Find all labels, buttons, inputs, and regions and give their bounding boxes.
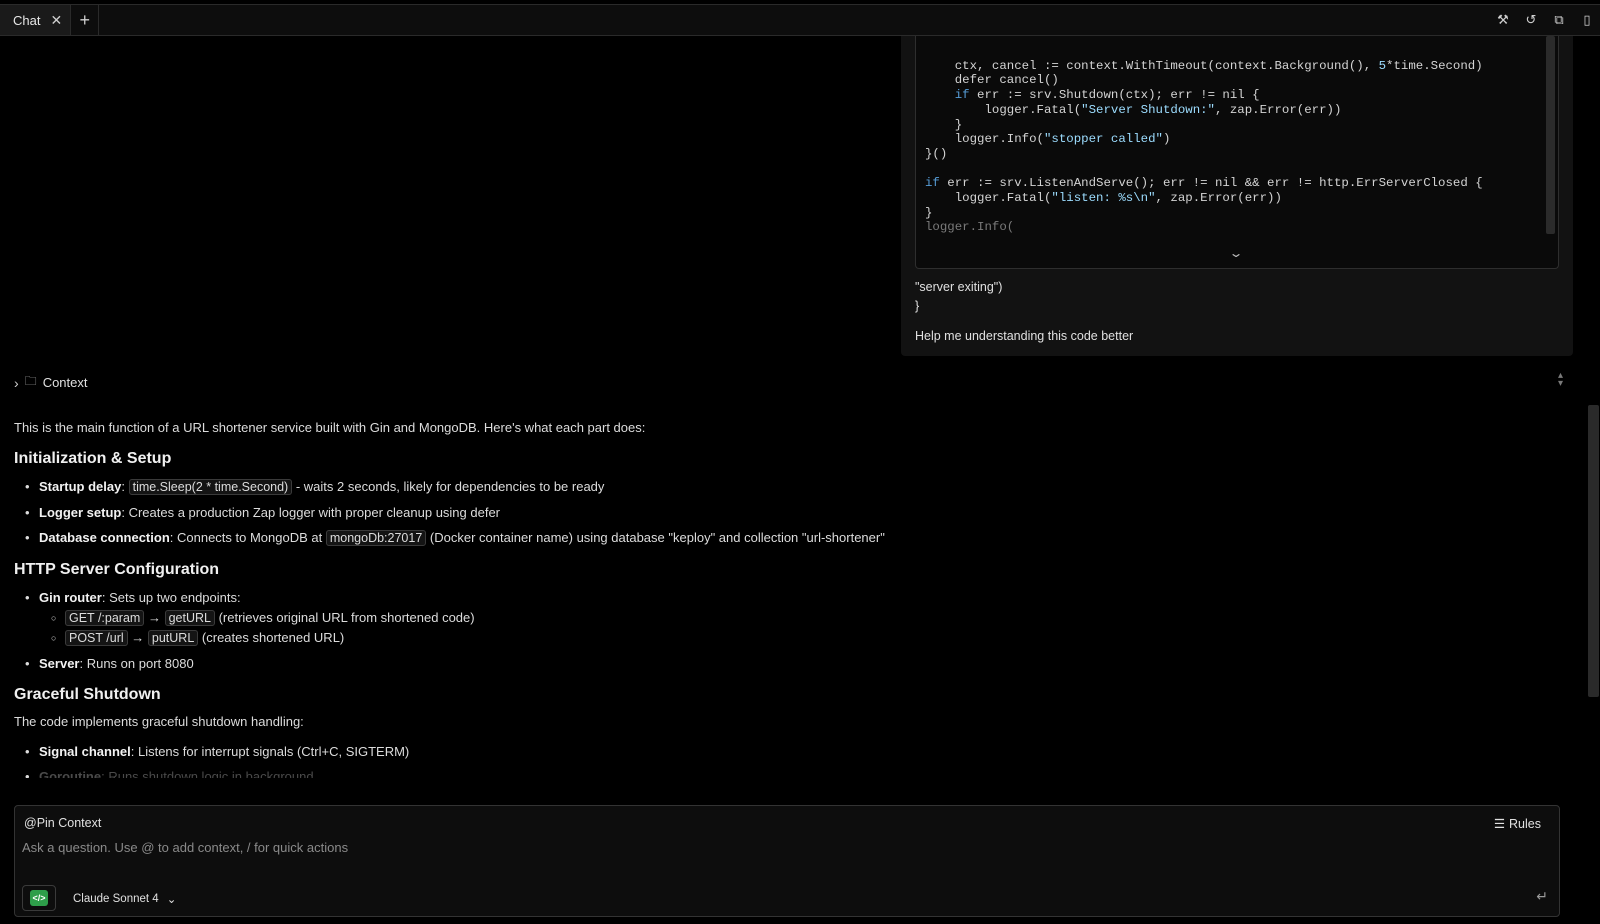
tab-label: Chat <box>13 12 41 28</box>
close-icon[interactable]: ✕ <box>50 12 62 29</box>
code-scrollbar[interactable] <box>1546 36 1555 234</box>
list-item: Server: Runs on port 8080 <box>25 655 1554 672</box>
list-item: GET /:param → getURL (retrieves original… <box>51 609 1554 627</box>
list-item: Goroutine: Runs shutdown logic in backgr… <box>25 768 1554 778</box>
list-item: Startup delay: time.Sleep(2 * time.Secon… <box>25 478 1554 496</box>
open-external-icon[interactable]: ⧉ <box>1552 12 1566 28</box>
code-line: logger.Fatal("Server Shutdown:", zap.Err… <box>925 102 1342 117</box>
section-heading: HTTP Server Configuration <box>14 561 220 578</box>
user-question: Help me understanding this code better <box>915 329 1134 343</box>
list: Startup delay: time.Sleep(2 * time.Secon… <box>14 478 1554 547</box>
document-icon[interactable]: ▯ <box>1580 12 1594 28</box>
list-item: Logger setup: Creates a production Zap l… <box>25 504 1554 521</box>
chat-input[interactable]: Ask a question. Use @ to add context, / … <box>22 840 348 855</box>
code-line: if err := srv.Shutdown(ctx); err != nil … <box>954 88 1260 103</box>
list-item: Database connection: Connects to MongoDB… <box>25 529 1554 547</box>
scroll-arrows-icon[interactable]: ▴ ▾ <box>1558 371 1563 389</box>
history-icon[interactable]: ↺ <box>1524 12 1538 28</box>
list-icon: ☰ <box>1493 817 1506 831</box>
tab-actions: ⚒ ↺ ⧉ ▯ <box>1496 5 1600 35</box>
inline-code: mongoDb:27017 <box>325 530 427 546</box>
model-name: Claude Sonnet 4 <box>73 893 159 905</box>
code-line: }() <box>925 146 948 161</box>
main-scrollbar[interactable] <box>1588 405 1599 697</box>
code-line: logger.Info("stopper called") <box>925 132 1171 147</box>
pin-context-button[interactable]: @Pin Context <box>24 816 101 830</box>
code-lines: ctx, cancel := context.WithTimeout(conte… <box>925 44 1483 235</box>
chevron-down-icon: ⌄ <box>166 894 177 906</box>
code-block[interactable]: ctx, cancel := context.WithTimeout(conte… <box>915 36 1559 269</box>
inline-code: getURL <box>164 610 215 626</box>
model-selector[interactable]: Claude Sonnet 4 ⌄ <box>73 892 176 906</box>
new-tab-button[interactable]: + <box>71 5 100 35</box>
rules-button[interactable]: ☰ Rules <box>1493 816 1541 832</box>
context-label: Context <box>42 375 88 390</box>
tab-bar: Chat ✕ + ⚒ ↺ ⧉ ▯ <box>0 4 1600 36</box>
list: Gin router: Sets up two endpoints: GET /… <box>14 589 1554 672</box>
tab-chat[interactable]: Chat ✕ <box>0 5 72 35</box>
inline-code: GET /:param <box>65 610 145 626</box>
expand-chevron-icon[interactable]: ⌄ <box>1228 246 1243 260</box>
assistant-answer: This is the main function of a URL short… <box>14 420 1554 786</box>
code-icon: </> <box>30 890 48 906</box>
message-text: } <box>915 299 920 313</box>
sub-list: GET /:param → getURL (retrieves original… <box>39 609 1554 647</box>
chat-input-box[interactable]: @Pin Context ☰ Rules Ask a question. Use… <box>14 805 1560 917</box>
section-heading: Initialization & Setup <box>14 450 172 467</box>
code-line: if err := srv.ListenAndServe(); err != n… <box>925 176 1483 191</box>
list-item: Signal channel: Listens for interrupt si… <box>25 743 1554 760</box>
code-line: } <box>925 205 933 220</box>
tools-icon[interactable]: ⚒ <box>1496 12 1510 28</box>
section-intro: The code implements graceful shutdown ha… <box>14 714 304 729</box>
answer-intro: This is the main function of a URL short… <box>14 420 646 435</box>
list: Signal channel: Listens for interrupt si… <box>14 743 1554 778</box>
context-toggle[interactable]: › 🗀 Context <box>14 372 88 393</box>
enter-icon[interactable]: ↵ <box>1536 888 1548 905</box>
inline-code: time.Sleep(2 * time.Second) <box>128 479 293 495</box>
folder-icon: 🗀 <box>24 374 37 388</box>
section-heading: Graceful Shutdown <box>14 686 161 703</box>
code-line: defer cancel() <box>925 73 1059 88</box>
inline-code: putURL <box>147 630 199 646</box>
list-item: Gin router: Sets up two endpoints: GET /… <box>25 589 1554 647</box>
mode-button[interactable]: </> <box>22 885 56 911</box>
chevron-right-icon: › <box>14 374 19 391</box>
list-item: POST /url → putURL (creates shortened UR… <box>51 629 1554 647</box>
code-line: logger.Fatal("listen: %s\n", zap.Error(e… <box>925 191 1282 206</box>
code-line: ctx, cancel := context.WithTimeout(conte… <box>925 58 1483 73</box>
message-text: "server exiting") <box>915 280 1003 294</box>
inline-code: POST /url <box>65 630 128 646</box>
code-line: } <box>925 117 963 132</box>
rules-label: Rules <box>1509 816 1541 831</box>
code-line: logger.Info( <box>925 220 1015 235</box>
